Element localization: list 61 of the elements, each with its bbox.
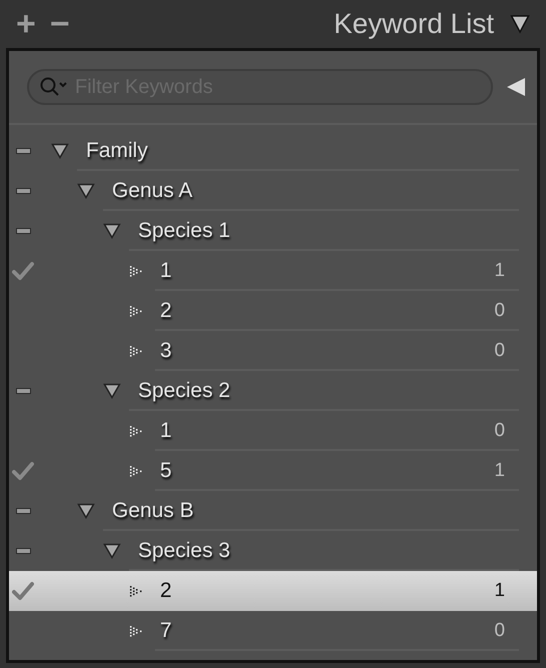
keyword-row[interactable]: Genus A [9,171,537,211]
expand-triangle-icon[interactable] [103,223,121,239]
partial-mark-icon[interactable] [16,148,30,154]
checkmark-icon[interactable] [12,461,34,481]
photo-count: 0 [494,618,505,643]
keyword-label: Species 3 [138,538,230,564]
search-icon [39,76,69,98]
partial-mark-icon[interactable] [16,508,30,514]
keyword-label: 5 [160,458,172,484]
partial-mark-icon[interactable] [16,548,30,554]
partial-mark-icon[interactable] [16,188,30,194]
expand-triangle-icon[interactable] [103,383,121,399]
keyword-label: 7 [160,618,172,644]
keyword-label: 3 [160,338,172,364]
keyword-label: 1 [160,258,172,284]
keyword-label: 2 [160,578,172,604]
partial-mark-icon[interactable] [16,228,30,234]
keyword-row[interactable]: Species 1 [9,211,537,251]
expand-triangle-icon[interactable] [51,143,69,159]
keyword-icon [129,625,143,637]
keyword-row[interactable]: Species 3 [9,531,537,571]
keyword-label: 1 [160,418,172,444]
photo-count: 0 [494,418,505,443]
checkmark-icon[interactable] [12,261,34,281]
checkmark-icon[interactable] [12,581,34,601]
keyword-icon [129,265,143,277]
keyword-label: Genus B [112,498,194,524]
keyword-label: Species 2 [138,378,230,404]
keyword-icon [129,345,143,357]
keyword-icon [129,425,143,437]
expand-triangle-icon[interactable] [103,543,121,559]
photo-count: 1 [494,258,505,283]
photo-count: 0 [494,338,505,363]
photo-count: 0 [494,298,505,323]
keyword-row[interactable]: 2 1 [9,571,537,611]
keyword-icon [129,585,143,597]
keyword-label: Genus A [112,178,193,204]
keyword-icon [129,465,143,477]
keyword-row[interactable]: 1 0 [9,411,537,451]
keyword-icon [129,305,143,317]
keyword-label: Species 1 [138,218,230,244]
keyword-row[interactable]: 5 1 [9,451,537,491]
photo-count: 1 [494,578,505,603]
remove-keyword-button[interactable]: − [50,7,70,41]
keyword-label: 2 [160,298,172,324]
panel-title: Keyword List [334,7,494,41]
keyword-row[interactable]: Species 2 [9,371,537,411]
keyword-row[interactable]: 1 1 [9,251,537,291]
keyword-label: Family [86,138,148,164]
keyword-row[interactable]: 3 0 [9,331,537,371]
add-keyword-button[interactable]: + [16,7,36,41]
left-triangle-icon[interactable] [505,76,527,98]
photo-count: 1 [494,458,505,483]
expand-triangle-icon[interactable] [77,183,95,199]
keyword-row[interactable]: Genus B [9,491,537,531]
partial-mark-icon[interactable] [16,388,30,394]
keyword-row[interactable]: 2 0 [9,291,537,331]
expand-triangle-icon[interactable] [77,503,95,519]
keyword-row[interactable]: 7 0 [9,611,537,651]
collapse-panel-icon[interactable] [510,14,530,34]
keyword-row[interactable]: Family [9,131,537,171]
